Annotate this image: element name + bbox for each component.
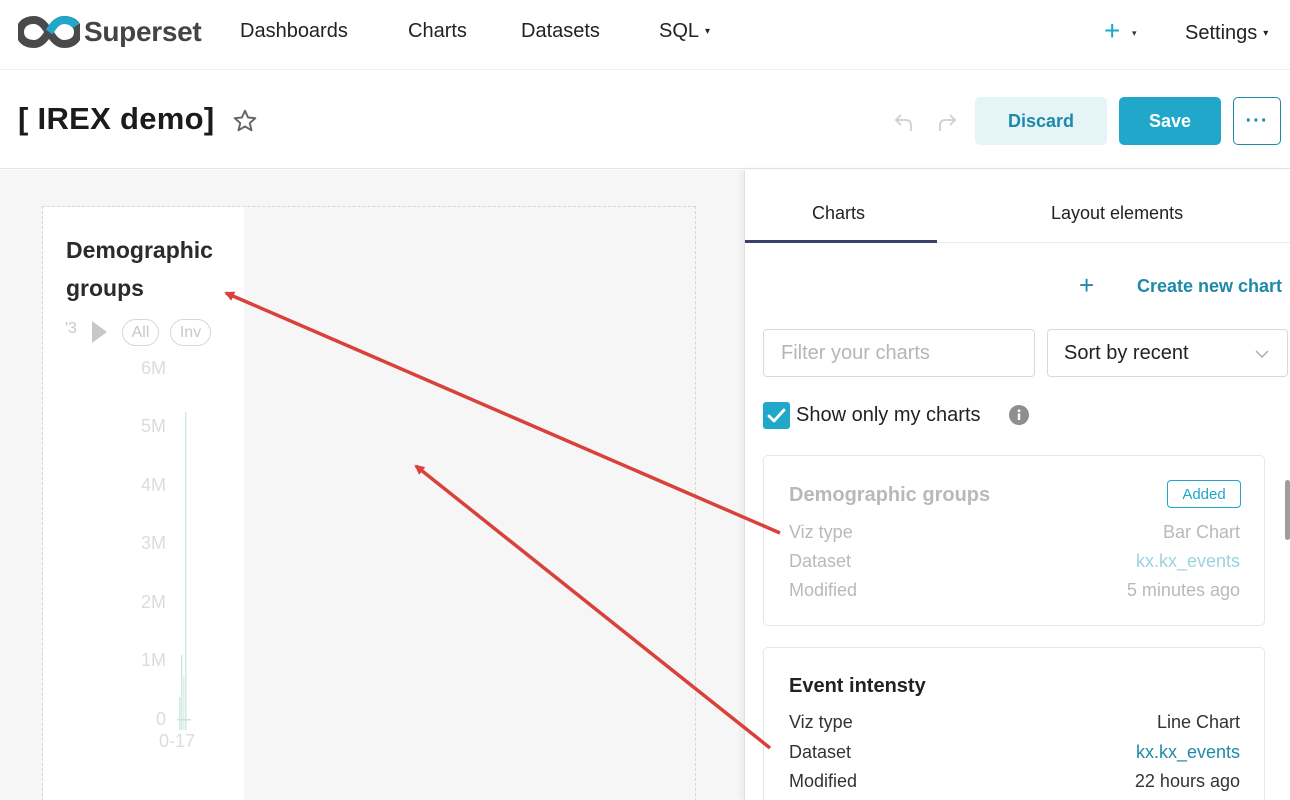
top-navbar: Superset Dashboards Charts Datasets SQL ▾… — [0, 0, 1290, 70]
chart-list-card[interactable]: Event intensty Viz type Line Chart Datas… — [763, 647, 1265, 800]
viz-type-label: Viz type — [789, 522, 853, 542]
viz-type-label: Viz type — [789, 712, 853, 732]
added-badge: Added — [1167, 480, 1241, 508]
save-button[interactable]: Save — [1119, 97, 1221, 145]
filter-charts-input[interactable] — [763, 329, 1035, 377]
modified-value: 5 minutes ago — [1126, 580, 1240, 600]
plus-icon[interactable]: + — [1079, 270, 1094, 301]
sort-select-value: Sort by recent — [1064, 341, 1189, 364]
y-tick-label: 5M — [140, 416, 166, 436]
chart-bars — [177, 412, 191, 730]
show-only-mine-checkbox[interactable] — [763, 402, 790, 429]
create-new-chart-link[interactable]: Create new chart — [1137, 276, 1282, 297]
redo-icon[interactable] — [936, 111, 958, 133]
modified-label: Modified — [789, 580, 858, 600]
new-plus-icon[interactable]: + — [1104, 15, 1120, 47]
dashboard-title[interactable]: [ IREX demo] — [18, 101, 215, 137]
y-tick-label: 2M — [140, 592, 166, 612]
chart-bar — [177, 719, 191, 721]
modified-label: Modified — [789, 771, 858, 791]
dashboard-canvas: Demographic groups '3 All Inv 6M 5M 4M 3… — [0, 170, 744, 800]
star-icon[interactable] — [232, 108, 258, 134]
dataset-link[interactable]: kx.kx_events — [1136, 742, 1240, 763]
info-icon[interactable] — [1009, 405, 1029, 425]
dataset-label: Dataset — [789, 551, 852, 571]
nav-datasets[interactable]: Datasets — [521, 20, 600, 43]
y-tick-label: 3M — [140, 533, 166, 553]
checkmark-icon — [767, 408, 786, 423]
brand-name: Superset — [84, 16, 202, 47]
builder-side-panel: Charts Layout elements + Create new char… — [744, 170, 1290, 800]
legend-scroll-icon[interactable] — [92, 321, 107, 343]
nav-dashboards[interactable]: Dashboards — [240, 20, 348, 43]
logo-mark-icon — [18, 15, 80, 49]
chart-list-card[interactable]: Demographic groups Added Viz type Bar Ch… — [763, 455, 1265, 626]
superset-logo[interactable]: Superset — [18, 14, 202, 50]
modified-value: 22 hours ago — [1134, 771, 1240, 791]
nav-settings-label: Settings — [1185, 22, 1258, 44]
nav-sql-label: SQL — [659, 20, 700, 42]
nav-sql[interactable]: SQL ▾ — [659, 20, 710, 43]
sort-select[interactable]: Sort by recent — [1047, 329, 1288, 377]
chevron-down-icon — [1255, 350, 1269, 358]
chart-title: Demographic groups — [66, 237, 213, 301]
undo-icon[interactable] — [893, 111, 915, 133]
dataset-link[interactable]: kx.kx_events — [1136, 551, 1240, 572]
nav-settings[interactable]: Settings ▾ — [1185, 22, 1268, 45]
nav-charts[interactable]: Charts — [408, 20, 467, 43]
caret-down-icon[interactable]: ▾ — [1132, 28, 1137, 39]
chart-bar — [185, 412, 187, 730]
caret-down-icon: ▾ — [705, 26, 711, 38]
card-title: Demographic groups — [789, 484, 991, 506]
dataset-label: Dataset — [789, 742, 852, 762]
viz-type-value: Bar Chart — [1162, 522, 1240, 542]
viz-type-value: Line Chart — [1156, 712, 1240, 732]
more-options-button[interactable]: ··· — [1233, 97, 1281, 145]
legend-pill-all[interactable]: All — [122, 319, 159, 346]
tab-layout-elements[interactable]: Layout elements — [1051, 203, 1183, 224]
dashboard-header: [ IREX demo] Discard Save ··· — [0, 71, 1290, 169]
discard-button[interactable]: Discard — [975, 97, 1107, 145]
legend-item-fragment: '3 — [65, 320, 77, 337]
y-tick-label: 0 — [155, 709, 166, 729]
tab-charts[interactable]: Charts — [812, 203, 865, 224]
panel-scrollbar[interactable] — [1285, 480, 1290, 540]
y-tick-label: 1M — [140, 650, 166, 670]
chart-card-demographic-groups[interactable]: Demographic groups '3 All Inv 6M 5M 4M 3… — [43, 207, 244, 800]
y-tick-label: 4M — [140, 475, 166, 495]
y-tick-label: 6M — [140, 358, 166, 378]
chart-bar — [181, 655, 183, 730]
show-only-mine-label[interactable]: Show only my charts — [796, 404, 981, 427]
chart-bar — [179, 697, 181, 730]
caret-down-icon: ▾ — [1263, 28, 1269, 40]
card-title: Event intensty — [789, 675, 926, 697]
legend-pill-inv[interactable]: Inv — [170, 319, 211, 346]
active-tab-indicator — [745, 240, 937, 243]
chart-bar — [183, 677, 185, 730]
